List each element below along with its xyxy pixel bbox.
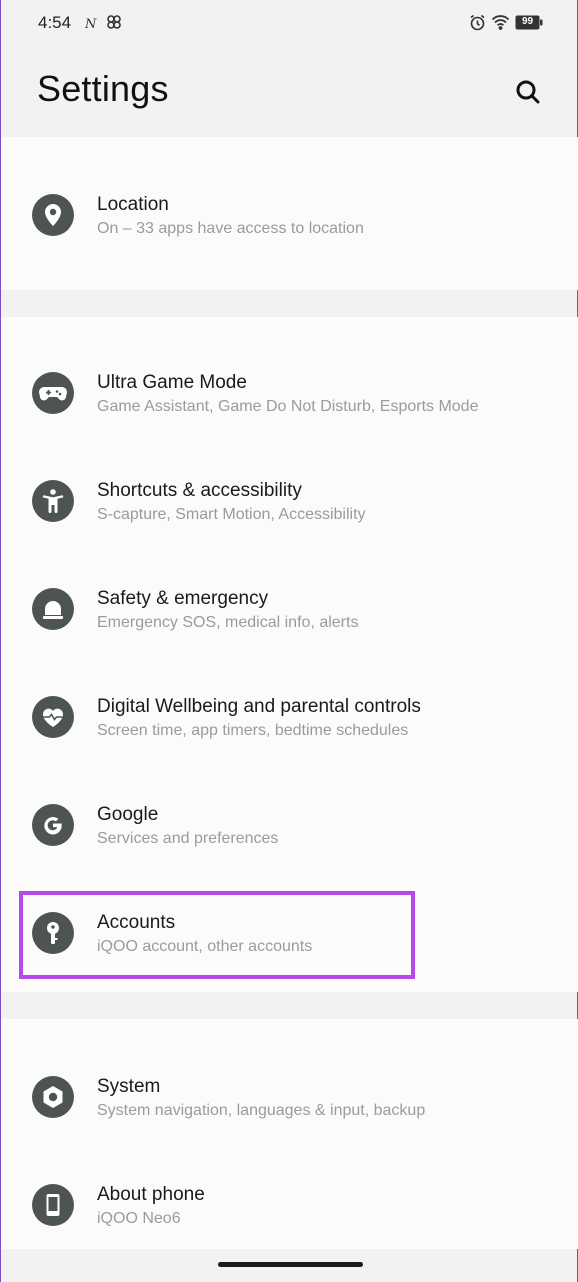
- status-bar: 4:54 N 99: [1, 0, 578, 46]
- settings-group-location: Location On – 33 apps have access to loc…: [1, 137, 578, 290]
- settings-item-digital-wellbeing[interactable]: Digital Wellbeing and parental controls …: [1, 663, 578, 771]
- phone-icon: [32, 1184, 74, 1226]
- accessibility-person-icon: [32, 480, 74, 522]
- wifi-icon: [491, 14, 510, 35]
- item-subtitle: iQOO Neo6: [97, 1210, 181, 1227]
- status-time: 4:54: [38, 13, 72, 32]
- settings-item-ultra-game-mode[interactable]: Ultra Game Mode Game Assistant, Game Do …: [1, 339, 578, 447]
- battery-icon: 99: [515, 15, 543, 35]
- settings-item-shortcuts-accessibility[interactable]: Shortcuts & accessibility S-capture, Sma…: [1, 447, 578, 555]
- item-title: Ultra Game Mode: [97, 372, 247, 393]
- item-subtitle: S-capture, Smart Motion, Accessibility: [97, 506, 366, 523]
- search-button[interactable]: [512, 76, 544, 108]
- settings-header: Settings: [1, 46, 578, 136]
- item-title: Safety & emergency: [97, 588, 269, 609]
- svg-text:N: N: [85, 17, 97, 31]
- item-subtitle: Game Assistant, Game Do Not Disturb, Esp…: [97, 398, 479, 415]
- item-title: System: [97, 1076, 161, 1097]
- page-title: Settings: [37, 68, 169, 109]
- search-icon: [516, 80, 540, 104]
- item-title: Shortcuts & accessibility: [97, 480, 302, 501]
- heart-wellbeing-icon: [32, 696, 74, 738]
- settings-item-safety-emergency[interactable]: Safety & emergency Emergency SOS, medica…: [1, 555, 578, 663]
- emergency-siren-icon: [32, 588, 74, 630]
- settings-item-system[interactable]: System System navigation, languages & in…: [1, 1043, 578, 1151]
- battery-level: 99: [521, 16, 534, 27]
- gesture-nav-handle[interactable]: [218, 1262, 363, 1267]
- settings-group-system: System System navigation, languages & in…: [1, 1019, 578, 1249]
- gamepad-icon: [32, 372, 74, 414]
- settings-item-location[interactable]: Location On – 33 apps have access to loc…: [1, 161, 578, 269]
- item-title: About phone: [97, 1184, 205, 1205]
- item-title: Digital Wellbeing and parental controls: [97, 696, 421, 717]
- item-title: Google: [97, 804, 159, 825]
- item-subtitle: Screen time, app timers, bedtime schedul…: [97, 722, 409, 739]
- notification-n-icon: N: [84, 15, 99, 36]
- gear-hexagon-icon: [32, 1076, 74, 1118]
- settings-item-about-phone[interactable]: About phone iQOO Neo6: [1, 1151, 578, 1259]
- item-title: Location: [97, 194, 169, 215]
- google-g-icon: [32, 804, 74, 846]
- item-subtitle: Services and preferences: [97, 830, 279, 847]
- item-subtitle: Emergency SOS, medical info, alerts: [97, 614, 359, 631]
- item-subtitle: On – 33 apps have access to location: [97, 220, 364, 237]
- alarm-icon: [469, 14, 486, 36]
- location-pin-icon: [32, 194, 74, 236]
- item-subtitle: System navigation, languages & input, ba…: [97, 1102, 426, 1119]
- settings-item-google[interactable]: Google Services and preferences: [1, 771, 578, 879]
- pinwheel-icon: [106, 14, 122, 35]
- accounts-highlight-box: [19, 891, 415, 979]
